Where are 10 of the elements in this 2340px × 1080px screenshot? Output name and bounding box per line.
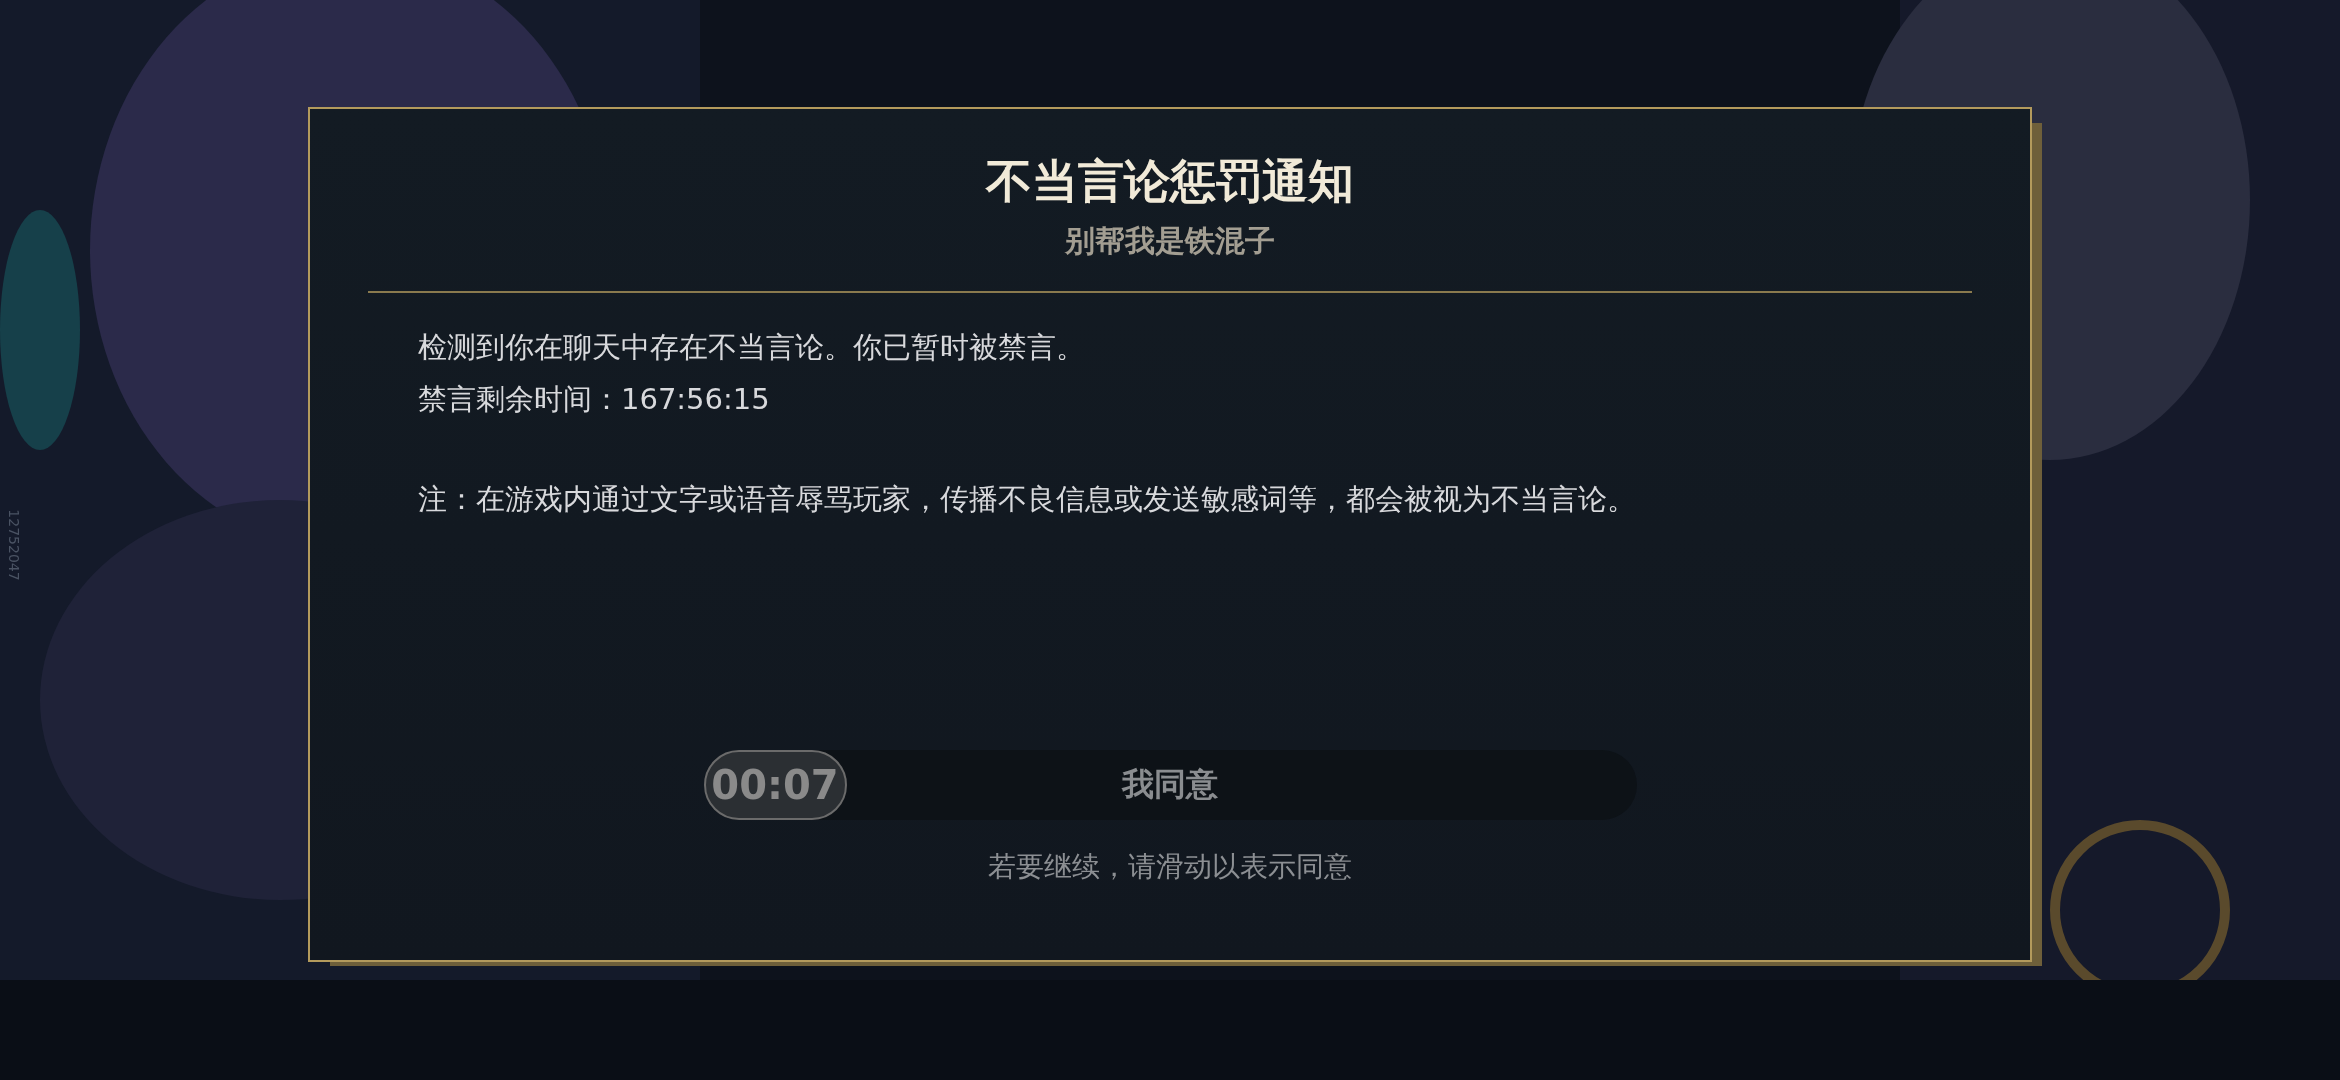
agree-slider[interactable]: 00:07 我同意 — [703, 750, 1637, 820]
slider-label: 我同意 — [1122, 764, 1218, 805]
note-text: 注：在游戏内通过文字或语音辱骂玩家，传播不良信息或发送敏感词等，都会被视为不当言论。 — [418, 481, 1637, 518]
message-text: 禁言剩余时间：167:56:15 — [418, 381, 771, 418]
message-text: 检测到你在聊天中存在不当言论。你已暂时被禁言。 — [418, 329, 1086, 366]
hint-text: 若要继续，请滑动以表示同意 — [988, 849, 1352, 885]
dialog-title: 不当言论惩罚通知 — [986, 153, 1354, 210]
slider-thumb[interactable]: 00:07 — [703, 750, 847, 820]
player-name: 别帮我是铁混子 — [1065, 222, 1275, 260]
id-number: 12752047 — [6, 509, 22, 581]
